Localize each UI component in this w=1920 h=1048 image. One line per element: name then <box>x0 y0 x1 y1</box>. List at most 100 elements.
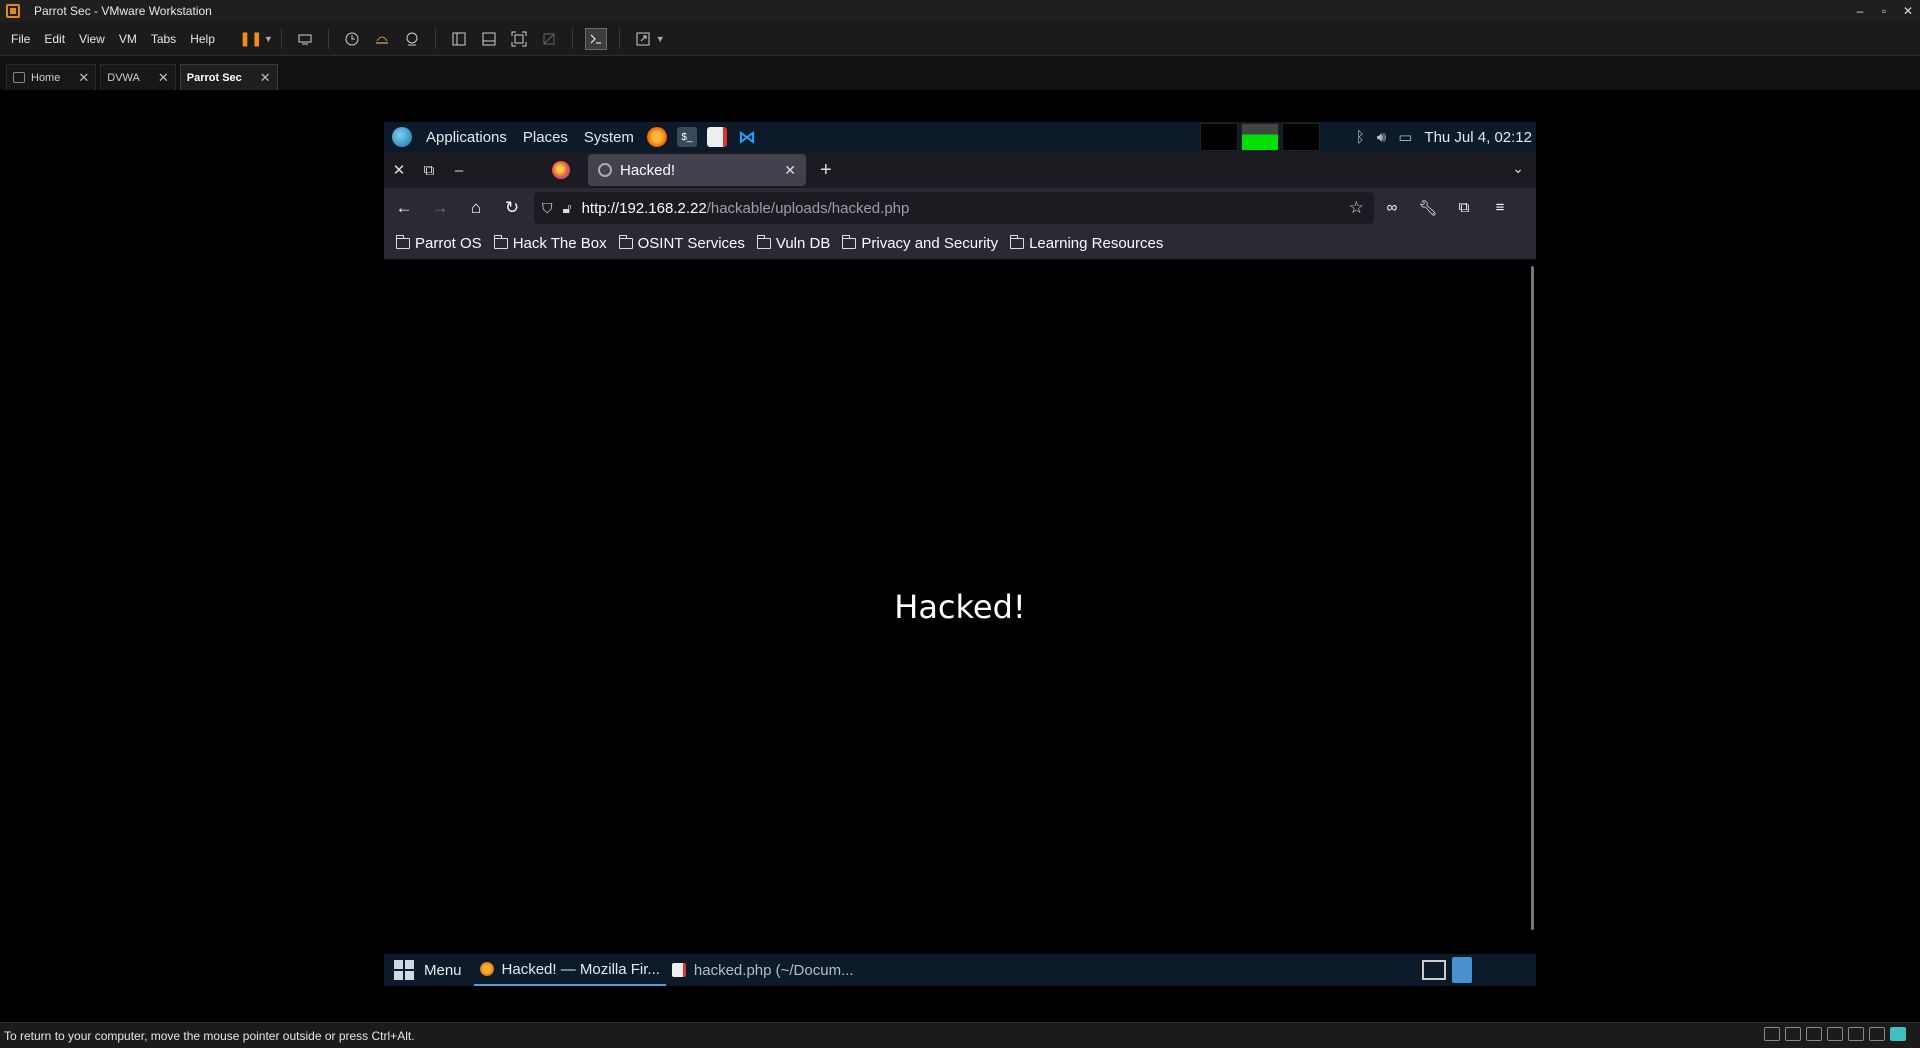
home-icon[interactable]: ⌂ <box>458 198 494 218</box>
private-mask-icon[interactable]: ∞ <box>1374 199 1410 217</box>
vscode-launcher-icon[interactable]: ⋈ <box>737 127 757 147</box>
hamburger-menu-icon[interactable]: ≡ <box>1482 199 1518 217</box>
developer-tools-icon[interactable]: 🔧︎ <box>1410 199 1446 217</box>
message-log-icon[interactable] <box>1890 1027 1906 1041</box>
bookmark-folder-learning-resources[interactable]: Learning Resources <box>1010 235 1163 252</box>
firefox-launcher-icon[interactable] <box>646 127 667 147</box>
menu-applications[interactable]: Applications <box>418 129 515 146</box>
close-window-icon[interactable]: ✕ <box>384 161 414 179</box>
network-icon[interactable] <box>1422 960 1446 980</box>
extensions-icon[interactable]: ⧉ <box>1446 199 1482 217</box>
show-thumbnail-bar-icon[interactable] <box>478 28 500 50</box>
menu-help[interactable]: Help <box>183 32 222 46</box>
bookmark-folder-hack-the-box[interactable]: Hack The Box <box>493 235 607 252</box>
unity-mode-icon[interactable] <box>538 28 560 50</box>
display-icon[interactable]: ▭ <box>1398 128 1412 146</box>
restore-window-icon[interactable]: ⧉ <box>414 162 444 179</box>
update-notifier-icon[interactable] <box>1452 957 1472 983</box>
bookmark-star-icon[interactable]: ☆ <box>1349 198 1364 218</box>
workspace-1[interactable] <box>1199 123 1238 151</box>
close-tab-icon[interactable]: ✕ <box>784 162 796 179</box>
close-tab-icon[interactable]: ✕ <box>78 70 89 86</box>
tab-title: Hacked! <box>620 161 676 179</box>
folder-icon <box>756 235 771 249</box>
firefox-view-icon[interactable] <box>552 161 570 179</box>
console-view-icon[interactable] <box>584 27 607 50</box>
sound-card-icon[interactable] <box>1869 1027 1885 1041</box>
tracking-protection-icon[interactable]: ⛉ <box>542 200 553 217</box>
host-title-bar: Parrot Sec - VMware Workstation – ▫ ✕ <box>0 0 1920 22</box>
toolbar-separator <box>618 28 620 49</box>
taskbar-label: hacked.php (~/Docum... <box>693 961 854 979</box>
navigation-toolbar: ← → ⌂ ↻ ⛉ 🔓︎ http://192.168.2.22 /hackab… <box>384 188 1536 228</box>
bookmark-folder-privacy-security[interactable]: Privacy and Security <box>842 235 998 252</box>
menu-tabs[interactable]: Tabs <box>144 32 183 46</box>
menu-places[interactable]: Places <box>515 129 576 146</box>
hard-disk-icon[interactable] <box>1764 1027 1780 1041</box>
snapshot-icon[interactable] <box>341 28 363 50</box>
top-panel-tray: ᛒ 🔊︎ ▭ Thu Jul 4, 02:12 <box>1197 122 1536 152</box>
menu-file[interactable]: File <box>4 32 37 46</box>
top-panel: Applications Places System $_ ⋈ ᛒ 🔊︎ ▭ T… <box>384 122 1536 152</box>
parrot-logo-icon[interactable] <box>392 127 412 147</box>
forward-icon[interactable]: → <box>422 198 458 218</box>
url-path: /hackable/uploads/hacked.php <box>706 199 910 217</box>
maximize-button[interactable]: ▫ <box>1872 0 1896 22</box>
window-title: Parrot Sec - VMware Workstation <box>34 4 212 18</box>
host-status-bar: To return to your computer, move the mou… <box>0 1022 1920 1048</box>
page-content[interactable]: Hacked! <box>384 260 1536 942</box>
stretch-dropdown-icon[interactable]: ▼ <box>656 34 665 44</box>
taskbar-item-editor[interactable]: hacked.php (~/Docum... <box>666 954 860 986</box>
pause-icon[interactable]: ❚❚ <box>239 28 262 50</box>
close-window-button[interactable]: ✕ <box>1896 0 1920 22</box>
menu-system[interactable]: System <box>576 129 642 146</box>
menu-button[interactable]: Menu <box>424 962 462 979</box>
firefox-icon <box>479 962 494 976</box>
close-tab-icon[interactable]: ✕ <box>158 70 169 86</box>
minimize-window-icon[interactable]: – <box>444 162 474 179</box>
workspace-2[interactable] <box>1240 123 1279 151</box>
usb-icon[interactable] <box>1827 1027 1843 1041</box>
bluetooth-icon[interactable]: ᛒ <box>1356 129 1365 146</box>
volume-icon[interactable]: 🔊︎ <box>1377 129 1386 146</box>
revert-snapshot-icon[interactable] <box>371 28 393 50</box>
text-editor-launcher-icon[interactable] <box>706 127 727 147</box>
terminal-launcher-icon[interactable]: $_ <box>676 127 697 147</box>
snapshot-manager-icon[interactable] <box>401 28 423 50</box>
taskbar-item-firefox[interactable]: Hacked! — Mozilla Fir... <box>473 954 666 986</box>
vmware-logo-icon <box>6 4 20 18</box>
stretch-guest-icon[interactable] <box>632 28 654 50</box>
bookmark-folder-osint-services[interactable]: OSINT Services <box>618 235 745 252</box>
show-library-icon[interactable] <box>448 28 470 50</box>
scrollbar[interactable] <box>1531 266 1534 930</box>
reload-icon[interactable]: ↻ <box>494 198 530 218</box>
insecure-connection-icon[interactable]: 🔓︎ <box>563 200 572 217</box>
back-icon[interactable]: ← <box>386 198 422 218</box>
menu-grid-icon[interactable] <box>394 960 414 980</box>
pause-dropdown-icon[interactable]: ▼ <box>264 34 273 44</box>
guest-screen[interactable]: Applications Places System $_ ⋈ ᛒ 🔊︎ ▭ T… <box>384 122 1536 986</box>
tab-parrot-sec[interactable]: Parrot Sec ✕ <box>179 64 396 189</box>
menu-view[interactable]: View <box>72 32 112 46</box>
send-ctrl-alt-del-icon[interactable] <box>294 28 316 50</box>
workspace-3[interactable] <box>1281 123 1320 151</box>
bookmark-folder-parrot-os[interactable]: Parrot OS <box>396 235 482 252</box>
list-all-tabs-icon[interactable]: ⌄ <box>1512 160 1524 177</box>
toolbar-separator <box>327 28 329 49</box>
printer-icon[interactable] <box>1848 1027 1864 1041</box>
new-tab-button[interactable]: + <box>820 159 832 182</box>
minimize-button[interactable]: – <box>1848 0 1872 22</box>
network-adapter-icon[interactable] <box>1806 1027 1822 1041</box>
tab-dvwa[interactable]: DVWA ✕ <box>100 64 396 189</box>
tab-home[interactable]: Home ✕ <box>6 64 97 90</box>
toolbar-separator <box>280 28 282 49</box>
clock[interactable]: Thu Jul 4, 02:12 <box>1424 129 1532 146</box>
close-tab-icon[interactable]: ✕ <box>260 70 271 86</box>
bookmark-folder-vuln-db[interactable]: Vuln DB <box>756 235 830 252</box>
browser-tab[interactable]: Hacked! ✕ <box>588 154 806 186</box>
full-screen-icon[interactable] <box>508 28 530 50</box>
menu-edit[interactable]: Edit <box>37 32 72 46</box>
menu-vm[interactable]: VM <box>112 32 144 46</box>
url-bar[interactable]: ⛉ 🔓︎ http://192.168.2.22 /hackable/uploa… <box>534 192 1374 224</box>
cd-dvd-icon[interactable] <box>1785 1027 1801 1041</box>
